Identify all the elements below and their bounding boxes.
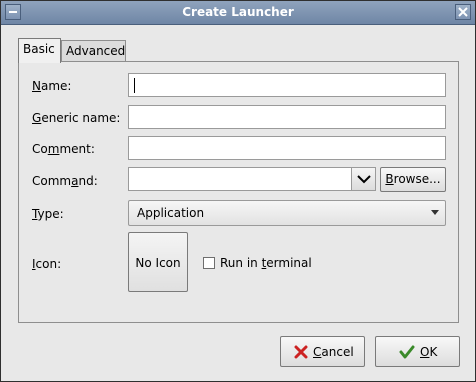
basic-tab-panel	[18, 61, 459, 323]
tab-advanced[interactable]: Advanced	[61, 40, 126, 61]
command-field[interactable]	[128, 167, 352, 191]
browse-button-mnemonic: B	[385, 172, 394, 186]
create-launcher-dialog: Create Launcher Basic Advanced Name: Gen…	[0, 0, 476, 382]
command-label-pre: Comm	[32, 174, 72, 188]
icon-chooser-label: No Icon	[135, 256, 181, 270]
browse-button[interactable]: Browse...	[380, 167, 446, 192]
name-label: Name:	[32, 79, 71, 93]
checkmark-icon	[399, 345, 415, 359]
browse-button-label: rowse...	[393, 172, 441, 186]
generic-name-label-mnemonic: G	[32, 111, 42, 125]
tab-basic[interactable]: Basic	[18, 38, 61, 63]
name-label-mnemonic: N	[32, 79, 41, 93]
command-label-text: nd:	[78, 174, 98, 188]
cancel-button[interactable]: Cancel	[280, 336, 365, 367]
cancel-button-label-wrap: Cancel	[313, 345, 354, 359]
comment-label-pre: Co	[32, 142, 48, 156]
command-history-dropdown[interactable]	[351, 167, 376, 191]
icon-label: Icon:	[32, 257, 61, 271]
chevron-down-icon	[357, 175, 371, 184]
icon-chooser-button[interactable]: No Icon	[128, 232, 188, 292]
name-label-text: ame:	[40, 79, 72, 93]
generic-name-label-text: eneric name:	[41, 111, 121, 125]
title-bar[interactable]: Create Launcher	[1, 1, 475, 25]
tab-advanced-label: Advanced	[66, 44, 126, 58]
run-in-terminal-label-pre: Run in	[220, 256, 262, 270]
type-select[interactable]: Application	[128, 200, 446, 226]
dropdown-arrow-icon	[431, 210, 439, 215]
generic-name-field[interactable]	[128, 105, 446, 129]
ok-button-label: K	[429, 345, 438, 359]
cancel-x-icon	[294, 345, 308, 359]
text-cursor	[134, 78, 135, 93]
comment-label: Comment:	[32, 142, 95, 156]
ok-button-label-wrap: OK	[420, 345, 437, 359]
run-in-terminal-label[interactable]: Run in terminal	[220, 256, 312, 270]
type-label-text: ype:	[37, 207, 64, 221]
type-selected-value: Application	[137, 206, 205, 220]
comment-label-mnemonic: m	[47, 142, 60, 156]
comment-field[interactable]	[128, 136, 446, 160]
generic-name-label: Generic name:	[32, 111, 120, 125]
icon-label-text: con:	[35, 257, 62, 271]
run-in-terminal-label-text: erminal	[266, 256, 312, 270]
window-title: Create Launcher	[182, 5, 294, 19]
command-label: Command:	[32, 174, 98, 188]
name-field[interactable]	[128, 73, 446, 97]
close-window-icon[interactable]	[455, 4, 471, 20]
tab-basic-label: Basic	[23, 42, 55, 56]
type-label: Type:	[32, 207, 64, 221]
ok-button[interactable]: OK	[375, 336, 460, 367]
cancel-button-label: ancel	[321, 345, 354, 359]
comment-label-text: ment:	[59, 142, 95, 156]
run-in-terminal-checkbox[interactable]	[203, 257, 215, 269]
